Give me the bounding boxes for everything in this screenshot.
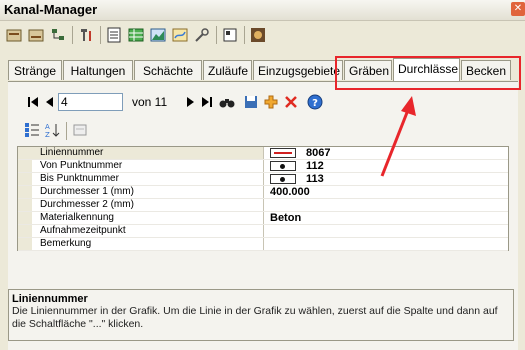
list-icon[interactable] (104, 25, 124, 45)
description-title: Liniennummer (12, 293, 88, 305)
tab-becken[interactable]: Becken (461, 60, 511, 80)
record-count-label: von 11 (132, 95, 168, 109)
property-value[interactable] (264, 225, 508, 237)
property-name: Durchmesser 2 (mm) (32, 199, 264, 211)
chart-icon[interactable] (148, 25, 168, 45)
tab-zulaeufe[interactable]: Zuläufe (203, 60, 252, 80)
description-text: Die Liniennummer in der Grafik. Um die L… (12, 305, 498, 330)
main-toolbar (0, 22, 525, 48)
property-name: Bis Punktnummer (32, 173, 264, 185)
svg-text:Z: Z (45, 131, 50, 138)
property-value[interactable]: 112 (264, 160, 508, 172)
save-icon[interactable] (242, 92, 260, 112)
record-navigator: von 11 ? (24, 92, 324, 112)
tab-strip: Stränge Haltungen Schächte Zuläufe Einzu… (8, 58, 518, 82)
tree-icon[interactable] (48, 25, 68, 45)
close-icon[interactable]: ✕ (511, 2, 525, 16)
tab-haltungen[interactable]: Haltungen (63, 60, 133, 80)
settings-icon[interactable] (248, 25, 268, 45)
grid-toolbar: AZ (22, 120, 122, 142)
property-name: Liniennummer (32, 147, 264, 159)
search-binoculars-icon[interactable] (218, 92, 236, 112)
point-icon (270, 174, 296, 184)
import-db-icon[interactable] (26, 25, 46, 45)
add-icon[interactable] (262, 92, 280, 112)
last-record-icon[interactable] (198, 92, 216, 112)
table-icon[interactable] (126, 25, 146, 45)
property-row[interactable]: Materialkennung Beton (18, 212, 508, 225)
tab-durchlaesse[interactable]: Durchlässe (393, 58, 460, 81)
property-value[interactable]: 8067 (264, 147, 508, 159)
svg-text:A: A (45, 123, 50, 131)
tab-straenge[interactable]: Stränge (8, 60, 62, 80)
point-icon (270, 161, 296, 171)
property-value[interactable] (264, 238, 508, 250)
property-row[interactable]: Liniennummer 8067 (18, 147, 508, 160)
property-name: Materialkennung (32, 212, 264, 224)
window-title: Kanal-Manager (4, 2, 98, 17)
property-value[interactable]: 400.000 (264, 186, 508, 198)
property-name: Durchmesser 1 (mm) (32, 186, 264, 198)
help-icon[interactable]: ? (306, 92, 324, 112)
property-grid: Liniennummer 8067 Von Punktnummer 112 Bi… (17, 146, 509, 251)
property-pages-icon[interactable] (70, 120, 90, 140)
tab-einzugsgebiete[interactable]: Einzugsgebiete (253, 60, 343, 80)
property-row[interactable]: Bemerkung (18, 238, 508, 251)
title-bar: Kanal-Manager ✕ (0, 0, 525, 21)
delete-icon[interactable] (282, 92, 300, 112)
property-value[interactable] (264, 199, 508, 211)
prev-record-icon[interactable] (40, 92, 58, 112)
property-name: Aufnahmezeitpunkt (32, 225, 264, 237)
property-value[interactable]: Beton (264, 212, 508, 224)
svg-text:?: ? (312, 98, 318, 109)
tab-schaechte[interactable]: Schächte (134, 60, 202, 80)
tools-icon[interactable] (192, 25, 212, 45)
property-row[interactable]: Durchmesser 1 (mm) 400.000 (18, 186, 508, 199)
property-name: Von Punktnummer (32, 160, 264, 172)
record-number-input[interactable] (58, 93, 123, 111)
property-value[interactable]: 113 (264, 173, 508, 185)
sort-alpha-icon[interactable]: AZ (42, 120, 62, 140)
line-icon (270, 148, 296, 158)
filter-icon[interactable] (76, 25, 96, 45)
properties-icon[interactable] (220, 25, 240, 45)
property-row[interactable]: Bis Punktnummer 113 (18, 173, 508, 186)
property-row[interactable]: Aufnahmezeitpunkt (18, 225, 508, 238)
export-db-icon[interactable] (4, 25, 24, 45)
map-icon[interactable] (170, 25, 190, 45)
property-row[interactable]: Durchmesser 2 (mm) (18, 199, 508, 212)
property-row[interactable]: Von Punktnummer 112 (18, 160, 508, 173)
description-pane: Liniennummer Die Liniennummer in der Gra… (8, 289, 514, 341)
categorized-icon[interactable] (22, 120, 42, 140)
tab-graeben[interactable]: Gräben (344, 60, 392, 80)
property-name: Bemerkung (32, 238, 264, 250)
